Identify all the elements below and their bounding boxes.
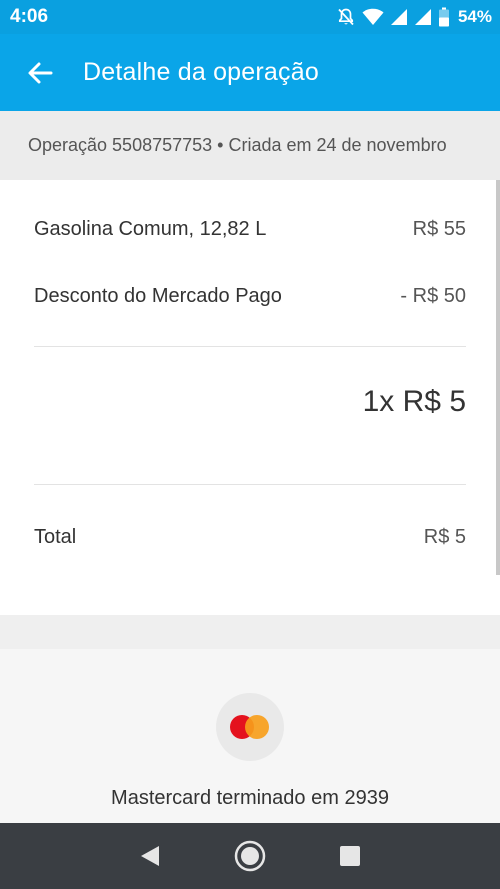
divider [34,346,466,347]
back-triangle-icon [141,846,159,866]
battery-icon [438,7,450,27]
total-value: R$ 5 [423,526,466,548]
signal-icon [390,8,408,26]
line-item: Desconto do Mercado Pago - R$ 50 [34,285,466,308]
nav-home-button[interactable] [230,836,270,876]
arrow-left-icon [28,62,53,83]
payment-method-section: Mastercard terminado em 2939 [0,649,500,823]
home-circle-icon [234,840,266,872]
line-item-value: R$ 55 [412,218,466,240]
signal-icon [414,8,432,26]
mastercard-icon [216,693,284,761]
app-bar: Detalhe da operação [0,34,500,111]
back-button[interactable] [0,34,80,111]
total-row: Total R$ 5 [34,526,466,549]
notifications-off-icon [336,7,356,27]
scrollbar[interactable] [496,180,500,575]
operation-info-bar: Operação 5508757753 • Criada em 24 de no… [0,111,500,180]
status-bar: 4:06 54% [0,0,500,34]
line-item-label: Gasolina Comum, 12,82 L [34,218,267,240]
battery-percent: 54% [457,7,492,26]
status-time: 4:06 [10,6,49,27]
status-icons: 54% [336,7,492,27]
nav-back-button[interactable] [130,836,170,876]
operation-info: Operação 5508757753 • Criada em 24 de no… [28,135,447,155]
divider [34,484,466,485]
line-item: Gasolina Comum, 12,82 L R$ 55 [34,218,466,241]
operation-detail-card: Gasolina Comum, 12,82 L R$ 55 Desconto d… [0,180,500,615]
wifi-icon [362,8,384,26]
installments-amount: 1x R$ 5 [362,385,466,418]
system-nav-bar [0,823,500,889]
screen: 4:06 54% Detalhe da operação Operação 55… [0,0,500,889]
recents-square-icon [340,846,360,866]
total-label: Total [34,526,77,548]
payment-method-label: Mastercard terminado em 2939 [111,787,389,809]
page-title: Detalhe da operação [83,58,319,86]
line-item-label: Desconto do Mercado Pago [34,285,282,307]
nav-recents-button[interactable] [330,836,370,876]
section-gap [0,615,500,649]
mastercard-orange-circle [245,715,269,739]
line-item-value: - R$ 50 [400,285,466,307]
